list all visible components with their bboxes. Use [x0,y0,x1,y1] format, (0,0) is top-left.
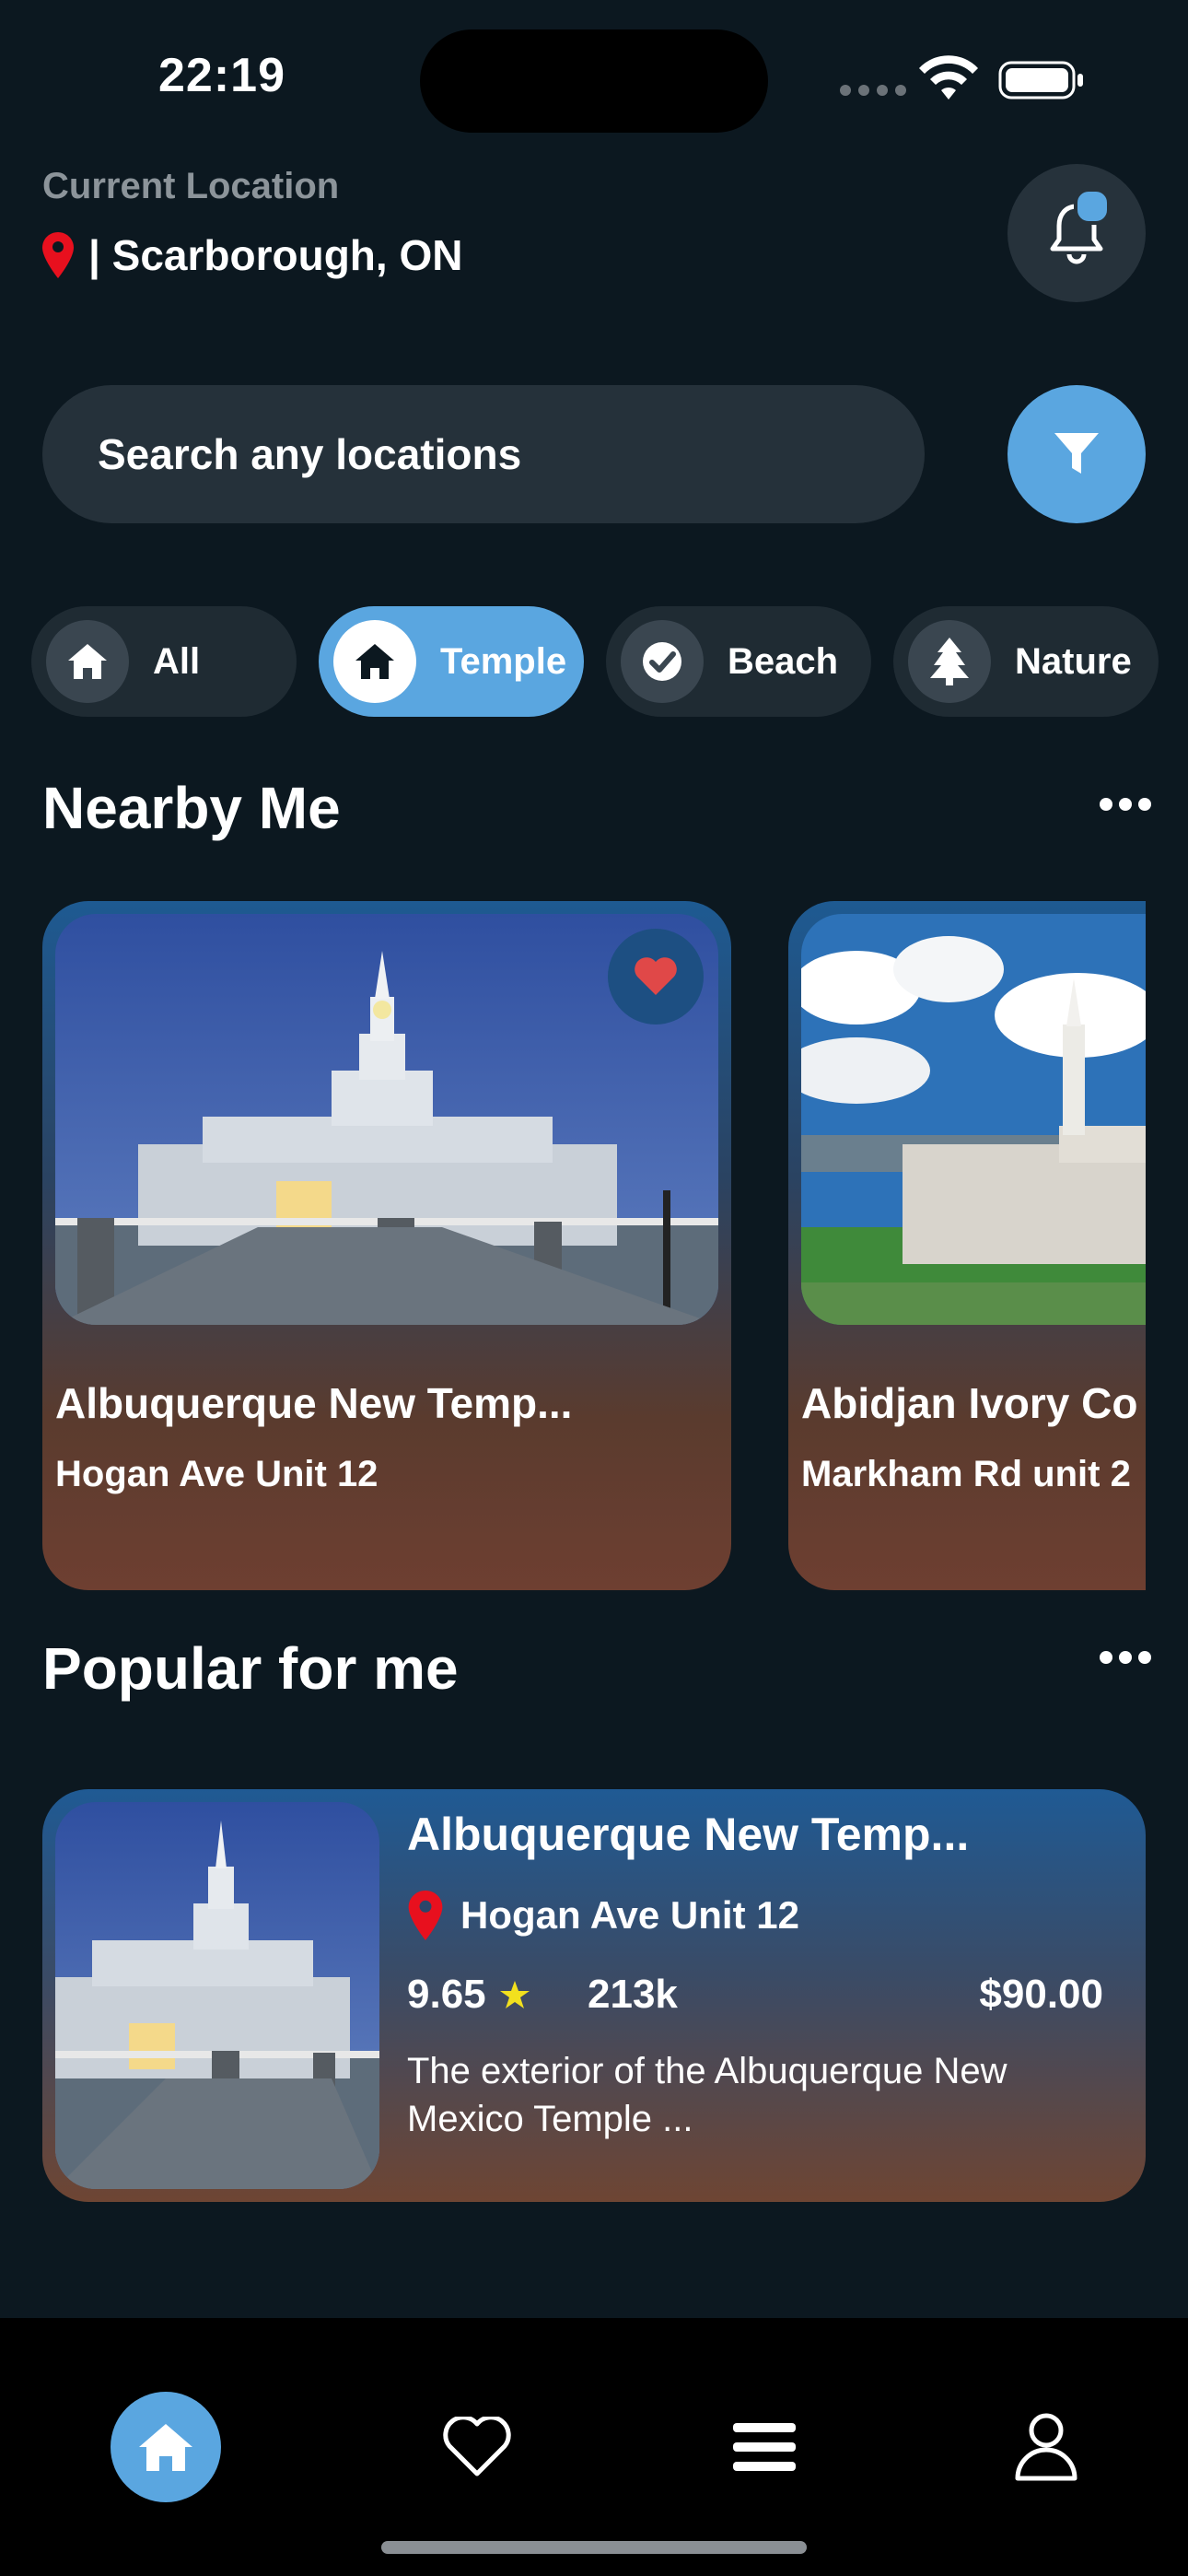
home-icon [46,620,129,703]
heart-filled-icon [635,957,677,995]
tab-menu[interactable] [709,2392,820,2502]
current-location[interactable]: | Scarborough, ON [42,230,462,280]
category-label: All [153,640,201,682]
current-location-value: | Scarborough, ON [88,231,463,279]
rating-value: 9.65 [407,1972,486,2017]
cellular-signal-icon [840,85,906,96]
card-title: Albuquerque New Temp... [55,1379,573,1427]
search-placeholder: Search any locations [98,430,522,478]
tab-home[interactable] [111,2392,221,2502]
card-title: Abidjan Ivory Co [801,1379,1138,1427]
status-time: 22:19 [158,49,285,102]
nearby-card[interactable]: Albuquerque New Temp... Hogan Ave Unit 1… [42,901,731,1590]
check-circle-icon [621,620,704,703]
current-location-label: Current Location [42,166,340,206]
location-pin-icon [408,1891,443,1940]
popular-section-title: Popular for me [42,1635,459,1702]
popular-item-title: Albuquerque New Temp... [407,1809,970,1860]
notification-badge [1074,188,1111,225]
temple-photo [801,914,1146,1325]
heart-icon [443,2417,511,2476]
filter-icon [1054,433,1099,474]
card-address: Hogan Ave Unit 12 [55,1454,379,1494]
category-label: Nature [1015,640,1132,682]
tree-icon [908,620,991,703]
popular-item-location: Hogan Ave Unit 12 [407,1891,799,1940]
home-icon [139,2424,192,2471]
wifi-icon [919,55,978,100]
popular-item-description: The exterior of the Albuquerque New Mexi… [407,2051,1007,2139]
tab-profile[interactable] [991,2392,1101,2502]
category-chip-all[interactable]: All [31,606,297,717]
favorite-button[interactable] [608,929,704,1025]
popular-item-card[interactable]: Albuquerque New Temp... Hogan Ave Unit 1… [42,1789,1146,2202]
nearby-section-title: Nearby Me [42,775,341,841]
category-label: Beach [728,640,839,682]
popular-item-price: $90.00 [979,1972,1103,2017]
category-chip-temple[interactable]: Temple [319,606,584,717]
category-chip-nature[interactable]: Nature [893,606,1159,717]
user-icon [1015,2413,1077,2481]
menu-icon [733,2423,796,2471]
popular-item-views: 213k [588,1972,678,2017]
more-icon[interactable] [1100,1651,1155,1669]
category-chip-beach[interactable]: Beach [606,606,871,717]
tab-favorites[interactable] [422,2392,532,2502]
category-label: Temple [440,640,567,682]
filter-button[interactable] [1007,385,1146,523]
battery-icon [998,61,1083,100]
search-input[interactable]: Search any locations [42,385,925,523]
home-icon [333,620,416,703]
temple-photo [55,1802,379,2189]
popular-item-rating: 9.65 [407,1972,530,2018]
location-pin-icon [42,232,74,278]
more-icon[interactable] [1100,798,1155,816]
home-indicator [381,2541,807,2554]
notifications-button[interactable] [1007,164,1146,302]
nearby-card[interactable]: Abidjan Ivory Co Markham Rd unit 2 [788,901,1146,1590]
popular-item-address: Hogan Ave Unit 12 [460,1893,799,1937]
dynamic-island [420,29,768,133]
star-icon [499,1981,530,2008]
card-address: Markham Rd unit 2 [801,1454,1131,1494]
